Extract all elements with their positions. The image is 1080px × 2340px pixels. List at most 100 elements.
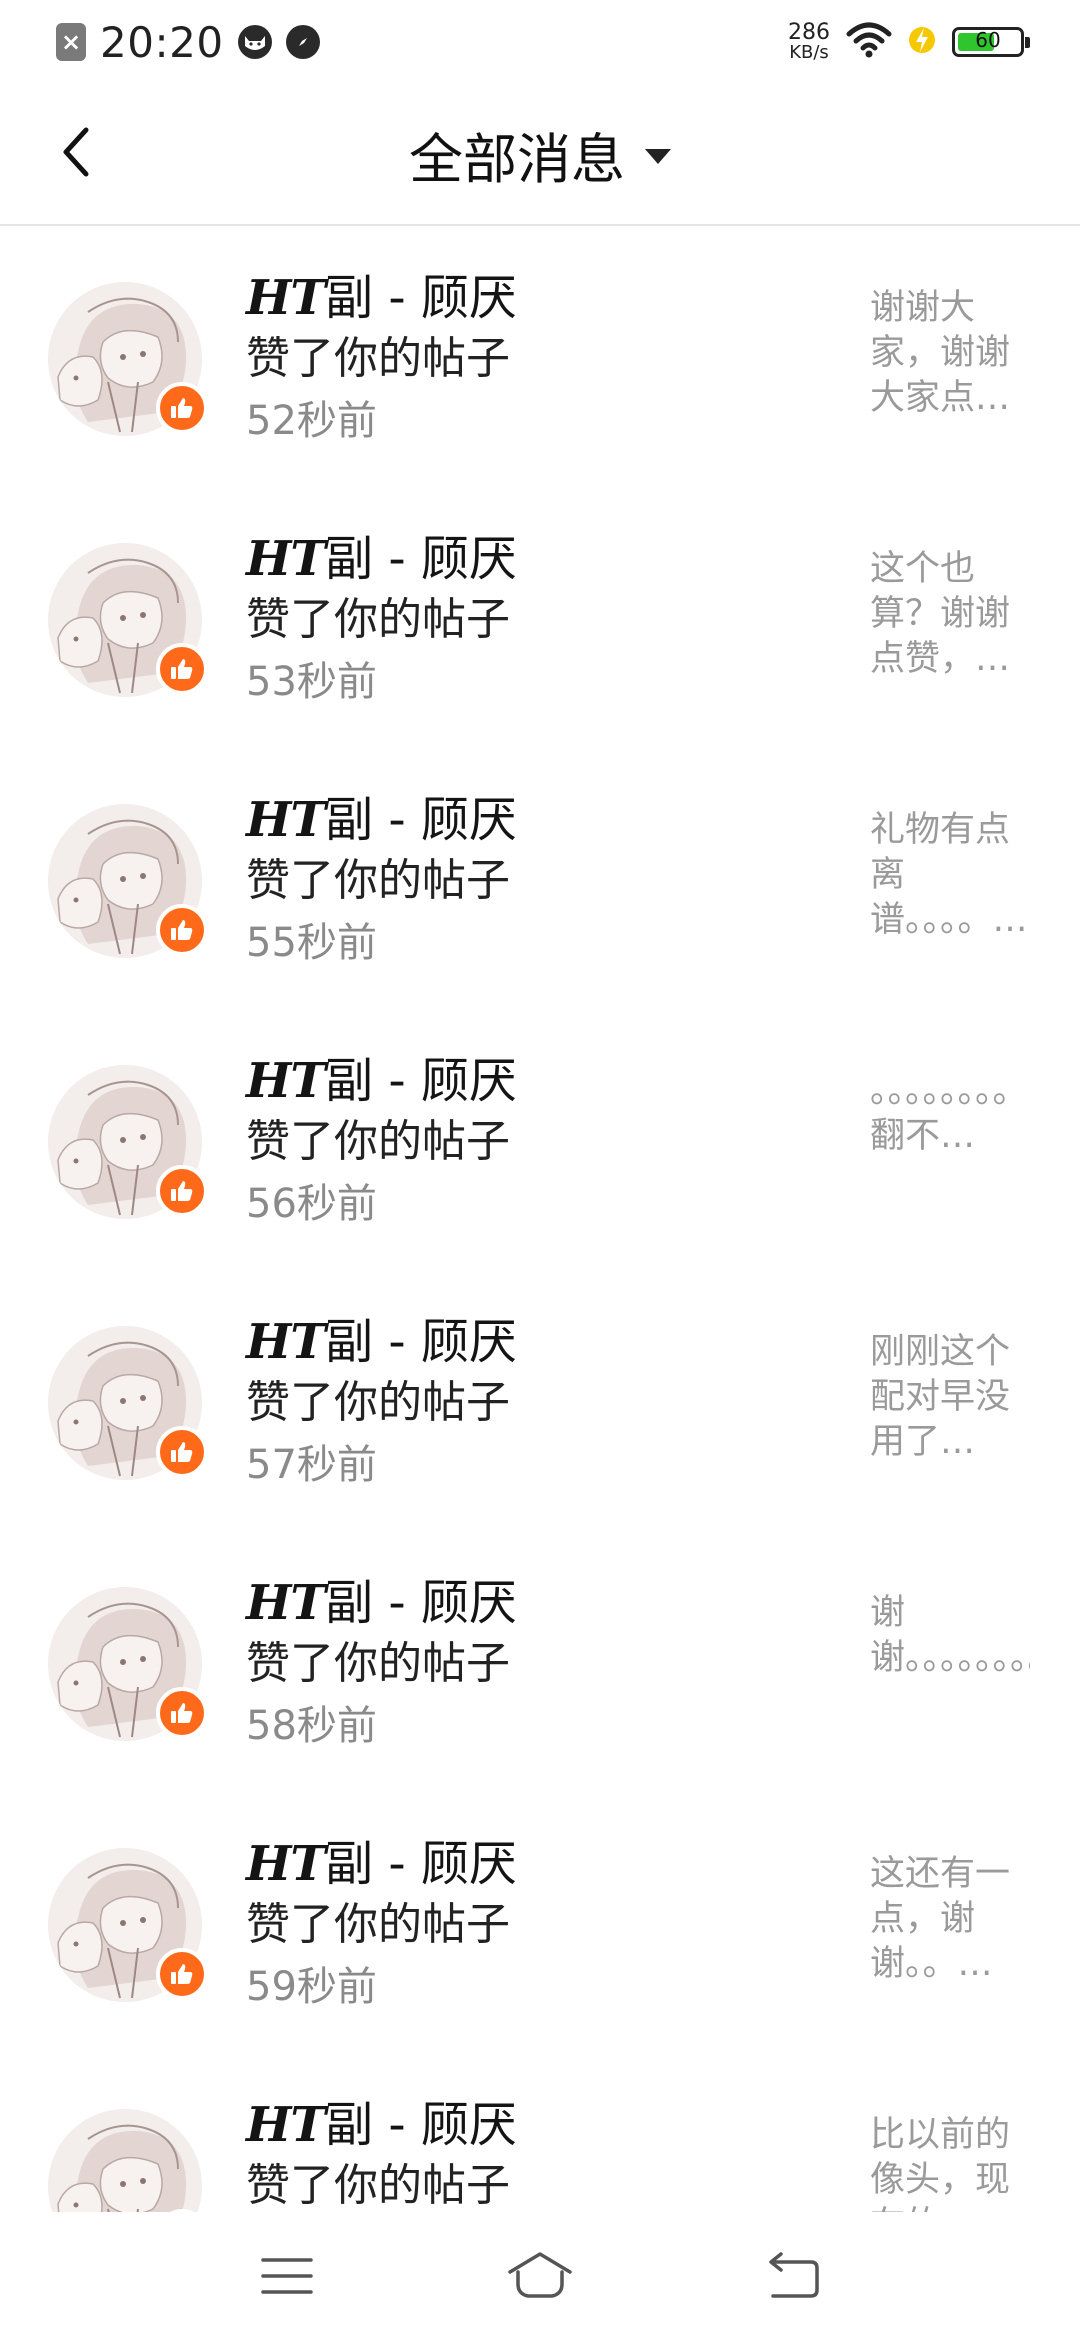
sender-name-prefix: HT bbox=[246, 1575, 326, 1631]
wifi-icon bbox=[846, 22, 892, 62]
sender-name-rest: 副 - 顾厌 bbox=[325, 531, 517, 587]
charging-icon bbox=[908, 23, 936, 61]
message-body: HT副 - 顾厌 赞了你的帖子 57秒前 bbox=[246, 1312, 826, 1496]
network-speed: 286 KB/s bbox=[788, 22, 830, 62]
list-item[interactable]: HT副 - 顾厌 赞了你的帖子 比以前的像头，现在的 bbox=[0, 2055, 1080, 2212]
nav-back-button[interactable] bbox=[743, 2236, 843, 2316]
sender-name-prefix: HT bbox=[246, 1314, 326, 1370]
sender-name-prefix: HT bbox=[246, 1836, 326, 1892]
status-bar: × 20:20 286 KB/s 60 bbox=[0, 0, 1080, 84]
message-body: HT副 - 顾厌 赞了你的帖子 53秒前 bbox=[246, 529, 826, 713]
status-bar-right: 286 KB/s 60 bbox=[788, 22, 1030, 62]
sender-name[interactable]: HT副 - 顾厌 bbox=[246, 2095, 826, 2155]
message-body: HT副 - 顾厌 赞了你的帖子 55秒前 bbox=[246, 790, 826, 974]
message-body: HT副 - 顾厌 赞了你的帖子 52秒前 bbox=[246, 268, 826, 452]
network-speed-unit: KB/s bbox=[789, 42, 829, 63]
sender-name[interactable]: HT副 - 顾厌 bbox=[246, 790, 826, 850]
message-action: 赞了你的帖子 bbox=[246, 2160, 510, 2211]
message-time: 58秒前 bbox=[246, 1703, 377, 1749]
sender-name-prefix: HT bbox=[246, 2097, 326, 2153]
sender-name-prefix: HT bbox=[246, 1053, 326, 1109]
sender-name[interactable]: HT副 - 顾厌 bbox=[246, 268, 826, 328]
top-app-bar: 全部消息 bbox=[0, 84, 1080, 226]
sender-name[interactable]: HT副 - 顾厌 bbox=[246, 1834, 826, 1894]
sender-name-prefix: HT bbox=[246, 531, 326, 587]
thumbs-up-icon bbox=[171, 1964, 193, 1984]
message-filter-dropdown[interactable]: 全部消息 bbox=[0, 112, 1080, 196]
status-time: 20:20 bbox=[100, 17, 224, 67]
nav-home-button[interactable] bbox=[490, 2236, 590, 2316]
message-action: 赞了你的帖子 bbox=[246, 1377, 510, 1428]
message-time: 56秒前 bbox=[246, 1181, 377, 1227]
message-list[interactable]: HT副 - 顾厌 赞了你的帖子 52秒前 谢谢大家，谢谢大家点… HT副 - 顾… bbox=[0, 228, 1080, 2212]
thumbs-up-icon bbox=[171, 398, 193, 418]
list-item[interactable]: HT副 - 顾厌 赞了你的帖子 56秒前 。。。。。。。。翻不… bbox=[0, 1011, 1080, 1272]
sender-name-rest: 副 - 顾厌 bbox=[325, 1836, 517, 1892]
message-body: HT副 - 顾厌 赞了你的帖子 59秒前 bbox=[246, 1834, 826, 2018]
post-preview[interactable]: 。。。。。。。。翻不… bbox=[870, 1069, 1030, 1159]
message-time: 53秒前 bbox=[246, 659, 377, 705]
thumbs-up-icon bbox=[171, 659, 193, 679]
message-action: 赞了你的帖子 bbox=[246, 333, 510, 384]
list-item[interactable]: HT副 - 顾厌 赞了你的帖子 55秒前 礼物有点离谱。。。。… bbox=[0, 750, 1080, 1011]
message-body: HT副 - 顾厌 赞了你的帖子 58秒前 bbox=[246, 1573, 826, 1757]
like-badge bbox=[156, 1687, 208, 1739]
like-badge bbox=[156, 1948, 208, 2000]
message-action: 赞了你的帖子 bbox=[246, 855, 510, 906]
message-body: HT副 - 顾厌 赞了你的帖子 56秒前 bbox=[246, 1051, 826, 1235]
message-action: 赞了你的帖子 bbox=[246, 594, 510, 645]
home-icon bbox=[508, 2252, 572, 2298]
caret-down-icon bbox=[645, 148, 671, 164]
list-item[interactable]: HT副 - 顾厌 赞了你的帖子 57秒前 刚刚这个配对早没用了… bbox=[0, 1272, 1080, 1533]
sender-name-prefix: HT bbox=[246, 270, 326, 326]
post-preview[interactable]: 这个也算？谢谢点赞，… bbox=[870, 547, 1030, 682]
like-badge bbox=[156, 904, 208, 956]
sender-name-rest: 副 - 顾厌 bbox=[325, 2097, 517, 2153]
sender-name-rest: 副 - 顾厌 bbox=[325, 792, 517, 848]
sender-name[interactable]: HT副 - 顾厌 bbox=[246, 1312, 826, 1372]
nav-menu-button[interactable] bbox=[237, 2236, 337, 2316]
battery-level: 60 bbox=[975, 28, 1001, 52]
list-item[interactable]: HT副 - 顾厌 赞了你的帖子 52秒前 谢谢大家，谢谢大家点… bbox=[0, 228, 1080, 489]
post-preview[interactable]: 礼物有点离谱。。。。… bbox=[870, 808, 1030, 943]
menu-icon bbox=[260, 2258, 313, 2294]
sender-name-rest: 副 - 顾厌 bbox=[325, 1575, 517, 1631]
thumbs-up-icon bbox=[171, 1181, 193, 1201]
like-badge bbox=[156, 382, 208, 434]
list-item[interactable]: HT副 - 顾厌 赞了你的帖子 59秒前 这还有一点，谢谢。。… bbox=[0, 1794, 1080, 2055]
sender-name[interactable]: HT副 - 顾厌 bbox=[246, 1051, 826, 1111]
message-time: 59秒前 bbox=[246, 1964, 377, 2010]
page-title: 全部消息 bbox=[409, 127, 625, 191]
sender-name-rest: 副 - 顾厌 bbox=[325, 1314, 517, 1370]
sender-name-prefix: HT bbox=[246, 792, 326, 848]
network-speed-value: 286 bbox=[788, 20, 830, 45]
sender-name-rest: 副 - 顾厌 bbox=[325, 270, 517, 326]
status-bar-left: × 20:20 bbox=[56, 18, 320, 67]
post-preview[interactable]: 这还有一点，谢谢。。… bbox=[870, 1852, 1030, 1987]
message-time: 55秒前 bbox=[246, 920, 377, 966]
notification-close-icon: × bbox=[56, 23, 86, 61]
post-preview[interactable]: 刚刚这个配对早没用了… bbox=[870, 1330, 1030, 1465]
thumbs-up-icon bbox=[171, 920, 193, 940]
sender-name[interactable]: HT副 - 顾厌 bbox=[246, 529, 826, 589]
post-preview[interactable]: 谢谢大家，谢谢大家点… bbox=[870, 286, 1030, 421]
cat-app-icon bbox=[237, 25, 272, 59]
post-preview[interactable]: 谢谢。。。。。。。。… bbox=[870, 1591, 1030, 1681]
message-body: HT副 - 顾厌 赞了你的帖子 bbox=[246, 2095, 826, 2212]
message-time: 57秒前 bbox=[246, 1442, 377, 1488]
list-item[interactable]: HT副 - 顾厌 赞了你的帖子 53秒前 这个也算？谢谢点赞，… bbox=[0, 489, 1080, 750]
avatar[interactable] bbox=[48, 2109, 202, 2212]
sender-name[interactable]: HT副 - 顾厌 bbox=[246, 1573, 826, 1633]
like-badge bbox=[156, 1165, 208, 1217]
message-time: 52秒前 bbox=[246, 398, 377, 444]
sender-name-rest: 副 - 顾厌 bbox=[325, 1053, 517, 1109]
back-icon bbox=[769, 2252, 820, 2298]
message-action: 赞了你的帖子 bbox=[246, 1638, 510, 1689]
message-action: 赞了你的帖子 bbox=[246, 1899, 510, 1950]
list-item[interactable]: HT副 - 顾厌 赞了你的帖子 58秒前 谢谢。。。。。。。。… bbox=[0, 1533, 1080, 1794]
like-badge bbox=[156, 1426, 208, 1478]
message-action: 赞了你的帖子 bbox=[246, 1116, 510, 1167]
post-preview[interactable]: 比以前的像头，现在的 bbox=[870, 2113, 1030, 2212]
compass-icon bbox=[285, 25, 320, 59]
system-navigation-bar bbox=[0, 2212, 1080, 2340]
